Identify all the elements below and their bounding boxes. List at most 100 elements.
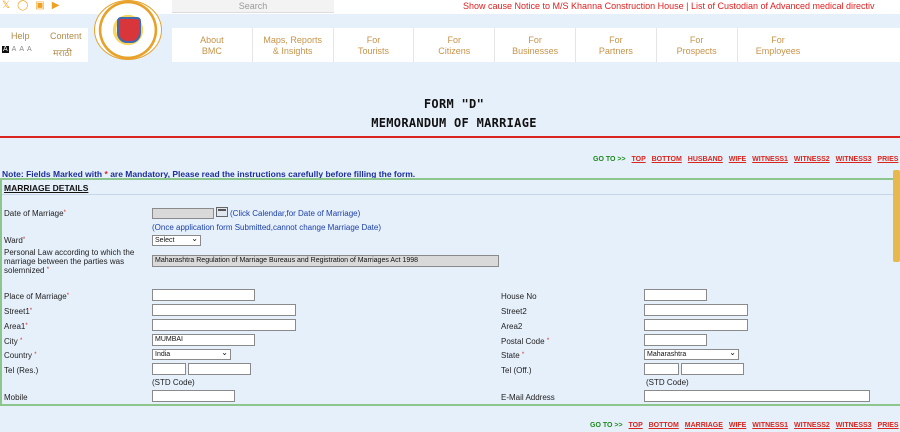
social-links: 𝕏 ◯ ▣ ▶ [2,0,59,12]
language-toggle[interactable]: मराठी [53,46,72,59]
city-input[interactable]: MUMBAI [152,334,255,346]
goto-witness3-link[interactable]: WITNESS3 [836,422,872,429]
personal-law-label: Personal Law according to which the marr… [4,248,135,275]
goto-wife-link[interactable]: WIFE [729,422,747,429]
country-label: Country * [4,351,37,360]
nav-for-prospects[interactable]: For Prospects [657,28,738,62]
main-nav: About BMC Maps, Reports & Insights For Tour… [172,28,900,62]
instagram-icon[interactable]: ◯ [17,0,28,12]
area1-label: Area1* [4,322,28,331]
goto-wife-link[interactable]: WIFE [729,156,747,163]
goto-marriage-link[interactable]: MARRIAGE [685,422,723,429]
nav-for-businesses[interactable]: For Businesses [495,28,576,62]
tel-res-label: Tel (Res.) [4,366,39,375]
std-code-hint: (STD Code) [646,378,689,387]
nav-for-citizens[interactable]: For Citizens [414,28,496,62]
area2-label: Area2 [501,322,523,331]
nav-for-tourists[interactable]: For Tourists [334,28,415,62]
font-size-option[interactable]: A [27,46,32,53]
goto-witness2-link[interactable]: WITNESS2 [794,422,830,429]
nav-label: For [609,35,623,45]
nav-label: About [200,35,224,45]
nav-label: Partners [598,46,633,56]
bmc-logo[interactable] [94,0,162,60]
search-input[interactable]: Search [172,0,334,13]
facebook-icon[interactable]: ▣ [35,0,44,12]
goto-husband-link[interactable]: HUSBAND [688,156,723,163]
area1-input[interactable] [152,319,296,331]
tel-res-number-input[interactable] [188,363,251,375]
goto-label: GO TO >> [590,422,623,429]
font-size-option[interactable]: A [2,46,9,53]
emblem-shield-icon [117,17,141,43]
place-of-marriage-input[interactable] [152,289,255,301]
tel-off-label: Tel (Off.) [501,366,532,375]
section-title: MARRIAGE DETAILS [4,183,89,193]
nav-label: BMC [201,46,222,56]
postal-code-label: Postal Code * [501,337,550,346]
goto-bottom-link[interactable]: BOTTOM [649,422,679,429]
city-label: City * [4,337,23,346]
font-size-controls: A A A A [2,46,32,53]
nav-label: Prospects [676,46,717,56]
news-ticker[interactable]: Show cause Notice to M/S Khanna Construc… [340,0,900,13]
email-label: E-Mail Address [501,393,555,402]
nav-label: & Insights [272,46,313,56]
house-no-label: House No [501,292,537,301]
tel-off-number-input[interactable] [681,363,744,375]
content-link[interactable]: Content [50,31,82,41]
ward-select[interactable]: Select [152,234,201,246]
nav-about-bmc[interactable]: About BMC [172,28,253,62]
marriage-details-panel [0,178,900,406]
goto-top-link[interactable]: TOP [632,156,646,163]
postal-code-input[interactable] [644,334,707,346]
goto-witness1-link[interactable]: WITNESS1 [752,156,788,163]
ward-label: Ward* [4,236,26,245]
form-subtitle: MEMORANDUM OF MARRIAGE [371,116,537,130]
goto-top-link[interactable]: TOP [629,422,643,429]
goto-priest-link[interactable]: PRIES [877,156,898,163]
personal-law-input[interactable]: Maharashtra Regulation of Marriage Burea… [152,255,499,267]
std-code-hint: (STD Code) [152,378,195,387]
street1-input[interactable] [152,304,296,316]
tel-res-std-input[interactable] [152,363,186,375]
tel-off-std-input[interactable] [644,363,679,375]
goto-bottom-link[interactable]: BOTTOM [652,156,682,163]
country-select[interactable]: India [152,348,231,360]
nav-label: For [689,35,704,45]
nav-label: For [771,35,785,45]
date-note: (Once application form Submitted,cannot … [152,223,382,232]
mobile-input[interactable] [152,390,235,402]
nav-label: Tourists [357,46,389,56]
goto-label: GO TO >> [593,156,626,163]
state-label: State * [501,351,525,360]
email-input[interactable] [644,390,870,402]
scrollbar-thumb[interactable] [893,170,900,262]
date-of-marriage-input[interactable] [152,208,214,219]
nav-for-partners[interactable]: For Partners [576,28,657,62]
goto-witness1-link[interactable]: WITNESS1 [752,422,788,429]
font-size-option[interactable]: A [12,46,17,53]
goto-witness3-link[interactable]: WITNESS3 [836,156,872,163]
nav-label: Maps, Reports [263,35,322,45]
nav-label: Citizens [438,46,471,56]
twitter-icon[interactable]: 𝕏 [2,0,10,12]
street2-label: Street2 [501,307,527,316]
nav-for-employees[interactable]: For Employees [738,28,819,62]
nav-label: Employees [755,46,801,56]
area2-input[interactable] [644,319,748,331]
nav-label: For [528,35,542,45]
goto-witness2-link[interactable]: WITNESS2 [794,156,830,163]
font-size-option[interactable]: A [19,46,24,53]
youtube-icon[interactable]: ▶ [52,0,60,12]
goto-nav-bottom: GO TO >> TOP BOTTOM MARRIAGE WIFE WITNES… [590,422,899,429]
state-select[interactable]: Maharashtra [644,348,739,360]
calendar-hint: (Click Calendar,for Date of Marriage) [230,209,361,218]
form-title: FORM "D" [423,97,485,111]
street2-input[interactable] [644,304,748,316]
nav-maps-reports[interactable]: Maps, Reports & Insights [253,28,334,62]
goto-priest-link[interactable]: PRIES [878,422,899,429]
help-link[interactable]: Help [11,31,30,41]
house-no-input[interactable] [644,289,707,301]
calendar-icon[interactable] [216,207,228,217]
